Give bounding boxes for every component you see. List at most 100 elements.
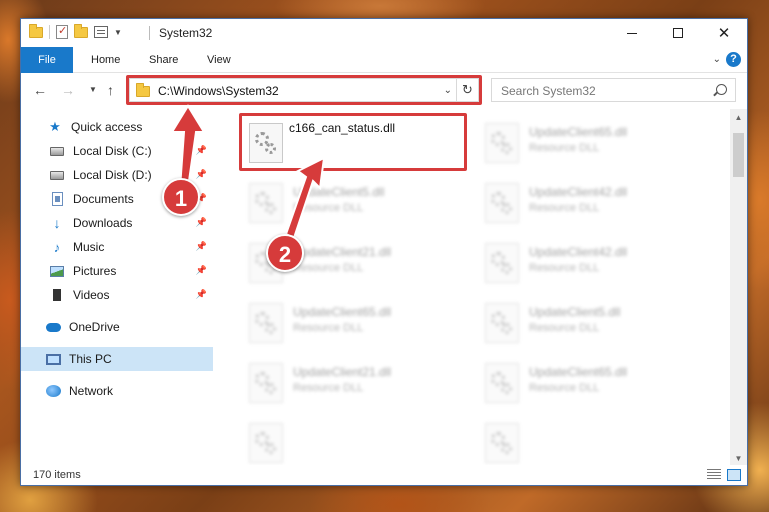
sidebar-item-label: Documents	[73, 192, 134, 206]
file-name: UpdateClient65.dll	[293, 305, 392, 319]
dll-file-icon	[249, 363, 283, 403]
this-pc-icon	[45, 352, 61, 366]
music-icon: ♪	[53, 239, 61, 255]
file-item[interactable]: UpdateClient5.dll Resource DLL	[243, 177, 473, 229]
pin-icon[interactable]: 📌	[196, 289, 207, 300]
file-name: UpdateClient65.dll	[529, 125, 628, 139]
address-path[interactable]: C:\Windows\System32	[158, 84, 279, 98]
file-type: Resource DLL	[529, 262, 600, 274]
dll-file-icon	[485, 423, 519, 463]
file-name: UpdateClient65.dll	[529, 365, 628, 379]
window-controls: ✕	[609, 19, 747, 47]
file-name: UpdateClient5.dll	[293, 185, 385, 199]
sidebar-item-label: Network	[69, 384, 114, 398]
file-item[interactable]: UpdateClient42.dll Resource DLL	[479, 177, 709, 229]
address-dropdown-icon[interactable]: ⌄	[444, 85, 452, 96]
pin-icon[interactable]: 📌	[196, 145, 207, 156]
pin-icon[interactable]: 📌	[196, 241, 207, 252]
sidebar-item-label: Local Disk (D:)	[73, 168, 152, 182]
pin-icon[interactable]: 📌	[196, 265, 207, 276]
file-type: Resource DLL	[529, 382, 600, 394]
navigation-pane: ★ Quick access Local Disk (C:) 📌 Local D…	[21, 109, 213, 467]
dll-file-icon	[485, 183, 519, 223]
recent-locations-dropdown-icon[interactable]: ▼	[89, 85, 97, 94]
file-item[interactable]: UpdateClient5.dll Resource DLL	[479, 297, 709, 349]
file-explorer-window: ▼ System32 ✕ File Home Share View ⌄ ? ← …	[20, 18, 748, 486]
sidebar-item-label: Quick access	[71, 120, 143, 134]
tab-view[interactable]: View	[195, 47, 243, 73]
minimize-button[interactable]	[609, 19, 655, 47]
search-icon[interactable]	[716, 84, 727, 95]
sidebar-item-label: Music	[73, 240, 105, 254]
tab-file[interactable]: File	[21, 47, 73, 73]
sidebar-item-quick-access[interactable]: ★ Quick access	[21, 115, 213, 139]
maximize-button[interactable]	[655, 19, 701, 47]
expand-ribbon-chevron-icon[interactable]: ⌄	[713, 54, 721, 65]
dll-file-icon	[249, 423, 283, 463]
file-type: Resource DLL	[293, 322, 364, 334]
file-name: UpdateClient21.dll	[293, 245, 392, 259]
star-icon: ★	[49, 119, 61, 134]
sidebar-item-music[interactable]: ♪ Music 📌	[21, 235, 213, 259]
tab-home[interactable]: Home	[79, 47, 132, 73]
disk-icon	[49, 144, 65, 158]
forward-arrow-icon[interactable]: →	[61, 82, 75, 98]
item-count: 170 items	[33, 469, 81, 481]
window-title: System32	[159, 26, 213, 40]
pin-icon[interactable]: 📌	[196, 217, 207, 228]
dll-file-icon	[249, 303, 283, 343]
sidebar-item-pictures[interactable]: Pictures 📌	[21, 259, 213, 283]
address-folder-icon	[136, 83, 150, 97]
file-type: Resource DLL	[529, 322, 600, 334]
file-item[interactable]: UpdateClient65.dll Resource DLL	[479, 357, 709, 409]
file-type: Resource DLL	[529, 202, 600, 214]
dll-file-icon	[249, 183, 283, 223]
title-divider	[149, 26, 150, 40]
file-name: UpdateClient42.dll	[529, 185, 628, 199]
refresh-icon[interactable]: ↻	[456, 79, 478, 101]
close-icon: ✕	[717, 25, 731, 42]
large-icons-view-icon[interactable]	[727, 469, 741, 481]
sidebar-item-label: OneDrive	[69, 320, 120, 334]
sidebar-item-label: Pictures	[73, 264, 117, 278]
dll-file-icon	[485, 123, 519, 163]
customize-toolbar-dropdown-icon[interactable]: ▼	[114, 28, 122, 37]
sidebar-item-label: This PC	[69, 352, 112, 366]
file-item-partial[interactable]	[243, 417, 473, 467]
file-list: c166_can_status.dll UpdateClient65.dll R…	[233, 109, 730, 467]
new-folder-icon[interactable]	[74, 23, 88, 38]
toolbar-divider	[49, 25, 50, 39]
file-item[interactable]: UpdateClient42.dll Resource DLL	[479, 237, 709, 289]
sidebar-item-onedrive[interactable]: OneDrive	[21, 315, 213, 339]
up-arrow-icon[interactable]: ↑	[107, 82, 114, 98]
close-button[interactable]: ✕	[701, 19, 747, 47]
vertical-scrollbar[interactable]: ▲ ▼	[730, 109, 747, 467]
file-name: UpdateClient42.dll	[529, 245, 628, 259]
search-input[interactable]: Search System32	[491, 78, 736, 102]
sidebar-item-network[interactable]: Network	[21, 379, 213, 403]
step-badge-2: 2	[266, 234, 304, 272]
properties-icon[interactable]	[94, 26, 108, 38]
help-icon[interactable]: ?	[726, 52, 741, 67]
pin-icon[interactable]: 📌	[196, 169, 207, 180]
sidebar-item-this-pc[interactable]: This PC	[21, 347, 213, 371]
properties-check-icon[interactable]	[56, 24, 68, 39]
search-placeholder: Search System32	[501, 84, 596, 98]
details-view-icon[interactable]	[707, 469, 721, 481]
title-bar: ▼ System32 ✕	[21, 19, 747, 47]
file-type: Resource DLL	[293, 382, 364, 394]
maximize-icon	[673, 28, 683, 38]
file-item-partial[interactable]	[479, 417, 709, 467]
file-type: Resource DLL	[293, 202, 364, 214]
file-item[interactable]: UpdateClient21.dll Resource DLL	[243, 357, 473, 409]
tab-share[interactable]: Share	[137, 47, 190, 73]
address-bar[interactable]: C:\Windows\System32 ⌄ ↻	[129, 78, 479, 102]
file-item[interactable]: UpdateClient65.dll Resource DLL	[479, 117, 709, 169]
ribbon-tabs: File Home Share View ⌄ ?	[21, 47, 747, 73]
scroll-up-arrow-icon[interactable]: ▲	[730, 109, 747, 126]
file-item[interactable]: UpdateClient65.dll Resource DLL	[243, 297, 473, 349]
sidebar-item-videos[interactable]: Videos 📌	[21, 283, 213, 307]
back-arrow-icon[interactable]: ←	[33, 82, 47, 98]
scrollbar-thumb[interactable]	[733, 133, 744, 177]
sidebar-item-local-disk-c[interactable]: Local Disk (C:) 📌	[21, 139, 213, 163]
